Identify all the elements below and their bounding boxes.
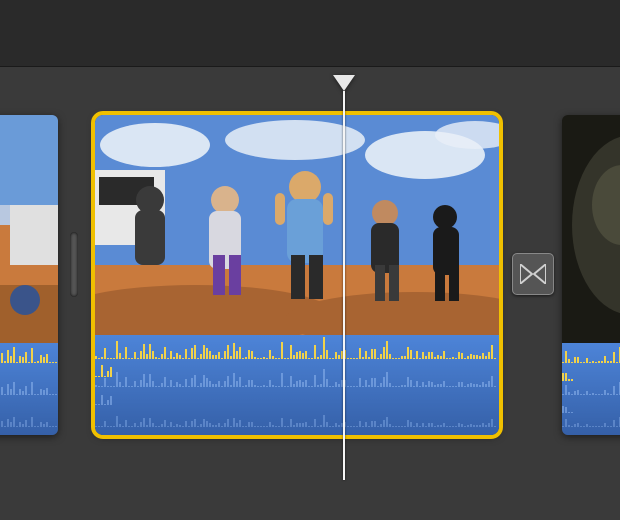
clip-thumbnail: [0, 115, 58, 343]
video-editor: [0, 0, 620, 520]
cross-dissolve-icon: [520, 264, 546, 284]
timeline-clip[interactable]: [0, 115, 58, 435]
timeline-clip-selected[interactable]: [95, 115, 499, 435]
clip-audio-track[interactable]: [0, 343, 58, 435]
playhead-marker-icon: [333, 75, 355, 91]
clip-thumbnail: [95, 115, 499, 335]
transition-icon[interactable]: [512, 253, 554, 295]
clip-audio-track[interactable]: [95, 335, 499, 435]
clip-edge-handle[interactable]: [70, 232, 78, 297]
timeline-clip[interactable]: [562, 115, 620, 435]
timeline[interactable]: [0, 66, 620, 520]
clip-thumbnail: [562, 115, 620, 343]
toolbar-area: [0, 0, 620, 66]
clip-audio-track[interactable]: [562, 343, 620, 435]
